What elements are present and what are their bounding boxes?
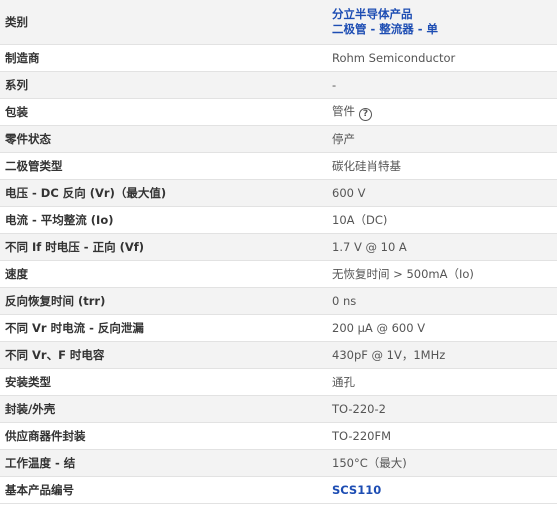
attribute-value: 碳化硅肖特基 [323, 152, 557, 180]
attribute-label: 系列 [0, 71, 323, 99]
product-attributes-table: 类别 分立半导体产品 二极管 - 整流器 - 单 制造商 Rohm Semico… [0, 0, 557, 504]
attribute-value-packaging: 管件? [323, 98, 557, 126]
attribute-value: TO-220FM [323, 422, 557, 450]
table-row-reverse-recovery-time: 反向恢复时间 (trr) 0 ns [0, 287, 557, 315]
table-row-rectified-current: 电流 - 平均整流 (Io) 10A（DC) [0, 206, 557, 234]
attribute-value: 600 V [323, 179, 557, 207]
attribute-value: 1.7 V @ 10 A [323, 233, 557, 261]
table-row-forward-voltage: 不同 If 时电压 - 正向 (Vf) 1.7 V @ 10 A [0, 233, 557, 261]
attribute-label: 制造商 [0, 44, 323, 72]
attribute-value: 430pF @ 1V，1MHz [323, 341, 557, 369]
category-value: 分立半导体产品 二极管 - 整流器 - 单 [323, 0, 557, 45]
table-row-base-part-number: 基本产品编号 SCS110 [0, 476, 557, 504]
attribute-label: 供应商器件封装 [0, 422, 323, 450]
table-row-package-case: 封装/外壳 TO-220-2 [0, 395, 557, 423]
table-row-series: 系列 - [0, 71, 557, 99]
table-row-manufacturer: 制造商 Rohm Semiconductor [0, 44, 557, 72]
table-row-packaging: 包装 管件? [0, 98, 557, 126]
attribute-value: 通孔 [323, 368, 557, 396]
table-row-part-status: 零件状态 停产 [0, 125, 557, 153]
table-row-diode-type: 二极管类型 碳化硅肖特基 [0, 152, 557, 180]
attribute-value: 150°C（最大) [323, 449, 557, 477]
attribute-label: 不同 Vr、F 时电容 [0, 341, 323, 369]
table-row-category: 类别 分立半导体产品 二极管 - 整流器 - 单 [0, 0, 557, 45]
attribute-value: TO-220-2 [323, 395, 557, 423]
attribute-label: 不同 If 时电压 - 正向 (Vf) [0, 233, 323, 261]
attribute-label: 基本产品编号 [0, 476, 323, 504]
attribute-value: 10A（DC) [323, 206, 557, 234]
attribute-value-base-part: SCS110 [323, 476, 557, 504]
attribute-label: 零件状态 [0, 125, 323, 153]
table-row-mounting-type: 安装类型 通孔 [0, 368, 557, 396]
table-row-speed: 速度 无恢复时间 > 500mA（Io) [0, 260, 557, 288]
attribute-label: 包装 [0, 98, 323, 126]
attribute-label: 类别 [0, 0, 323, 45]
attribute-label: 二极管类型 [0, 152, 323, 180]
category-link-diodes-rectifiers-single[interactable]: 二极管 - 整流器 - 单 [332, 22, 557, 37]
attribute-label: 安装类型 [0, 368, 323, 396]
attribute-label: 封装/外壳 [0, 395, 323, 423]
attribute-label: 电流 - 平均整流 (Io) [0, 206, 323, 234]
base-part-number-link[interactable]: SCS110 [332, 483, 381, 497]
attribute-value: Rohm Semiconductor [323, 44, 557, 72]
attribute-label: 工作温度 - 结 [0, 449, 323, 477]
table-row-operating-temperature: 工作温度 - 结 150°C（最大) [0, 449, 557, 477]
attribute-value: 200 µA @ 600 V [323, 314, 557, 342]
attribute-value: - [323, 71, 557, 99]
category-link-discrete-semiconductors[interactable]: 分立半导体产品 [332, 7, 557, 22]
attribute-label: 反向恢复时间 (trr) [0, 287, 323, 315]
attribute-label: 电压 - DC 反向 (Vr)（最大值) [0, 179, 323, 207]
help-circle-icon[interactable]: ? [359, 107, 372, 121]
attribute-value: 停产 [323, 125, 557, 153]
table-row-reverse-leakage: 不同 Vr 时电流 - 反向泄漏 200 µA @ 600 V [0, 314, 557, 342]
attribute-label: 不同 Vr 时电流 - 反向泄漏 [0, 314, 323, 342]
table-row-reverse-voltage: 电压 - DC 反向 (Vr)（最大值) 600 V [0, 179, 557, 207]
attribute-label: 速度 [0, 260, 323, 288]
table-row-supplier-package: 供应商器件封装 TO-220FM [0, 422, 557, 450]
packaging-value: 管件 [332, 103, 355, 118]
attribute-value: 无恢复时间 > 500mA（Io) [323, 260, 557, 288]
attribute-value: 0 ns [323, 287, 557, 315]
table-row-capacitance: 不同 Vr、F 时电容 430pF @ 1V，1MHz [0, 341, 557, 369]
